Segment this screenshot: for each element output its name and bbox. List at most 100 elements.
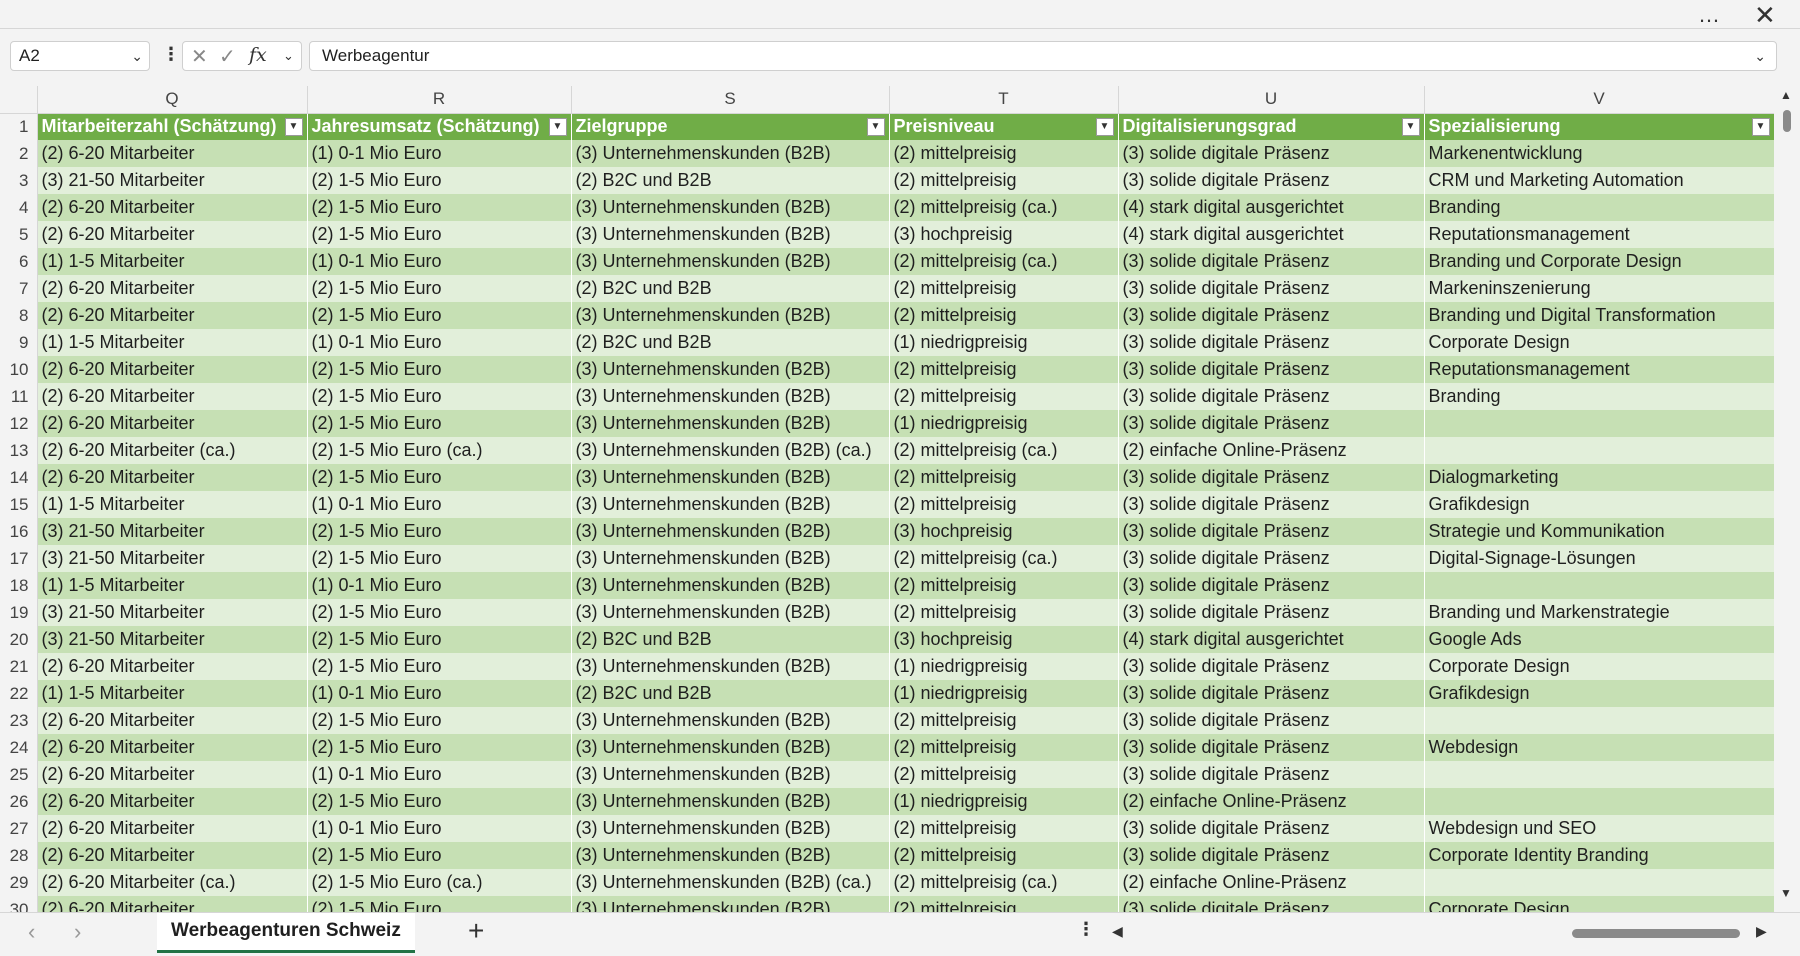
table-cell[interactable]	[1424, 869, 1775, 896]
table-cell[interactable]: (1) 0-1 Mio Euro	[307, 329, 572, 356]
table-cell[interactable]: (2) B2C und B2B	[571, 275, 890, 302]
table-cell[interactable]: (3) hochpreisig	[889, 626, 1119, 653]
row-header[interactable]: 4	[0, 194, 38, 221]
table-cell[interactable]: (2) einfache Online-Präsenz	[1118, 788, 1425, 815]
table-cell[interactable]: (3) Unternehmenskunden (B2B)	[571, 599, 890, 626]
table-cell[interactable]: (3) Unternehmenskunden (B2B)	[571, 383, 890, 410]
table-cell[interactable]: (3) solide digitale Präsenz	[1118, 734, 1425, 761]
table-cell[interactable]: (3) solide digitale Präsenz	[1118, 545, 1425, 572]
filter-dropdown-icon[interactable]: ▼	[1095, 117, 1114, 136]
table-cell[interactable]: (3) solide digitale Präsenz	[1118, 572, 1425, 599]
table-cell[interactable]: (2) einfache Online-Präsenz	[1118, 437, 1425, 464]
row-header[interactable]: 7	[0, 275, 38, 302]
row-header[interactable]: 15	[0, 491, 38, 518]
table-cell[interactable]: (3) solide digitale Präsenz	[1118, 383, 1425, 410]
table-cell[interactable]: (2) 1-5 Mio Euro (ca.)	[307, 869, 572, 896]
table-cell[interactable]: (1) 1-5 Mitarbeiter	[37, 491, 308, 518]
table-cell[interactable]: (2) 1-5 Mio Euro	[307, 788, 572, 815]
add-sheet-button[interactable]: +	[468, 915, 484, 947]
sheet-tab-werbeagenturen-schweiz[interactable]: Werbeagenturen Schweiz	[157, 913, 415, 953]
row-header[interactable]: 6	[0, 248, 38, 275]
column-header-u[interactable]: U	[1118, 86, 1425, 114]
table-cell[interactable]	[1424, 572, 1775, 599]
previous-sheet-icon[interactable]: ‹	[28, 919, 35, 945]
table-cell[interactable]	[1424, 707, 1775, 734]
table-cell[interactable]: (2) mittelpreisig	[889, 140, 1119, 167]
table-cell[interactable]: (2) 6-20 Mitarbeiter	[37, 464, 308, 491]
table-cell[interactable]: Reputationsmanagement	[1424, 221, 1775, 248]
table-cell[interactable]: (2) 1-5 Mio Euro	[307, 545, 572, 572]
table-cell[interactable]: (2) 1-5 Mio Euro	[307, 356, 572, 383]
table-cell[interactable]: (3) solide digitale Präsenz	[1118, 464, 1425, 491]
table-cell[interactable]: Markeninszenierung	[1424, 275, 1775, 302]
row-header[interactable]: 28	[0, 842, 38, 869]
row-header[interactable]: 29	[0, 869, 38, 896]
row-header[interactable]: 3	[0, 167, 38, 194]
vertical-scroll-thumb[interactable]	[1783, 110, 1791, 132]
table-cell[interactable]: (2) 6-20 Mitarbeiter	[37, 788, 308, 815]
table-cell[interactable]: (2) mittelpreisig (ca.)	[889, 545, 1119, 572]
chevron-down-icon[interactable]: ⌄	[131, 42, 143, 70]
table-cell[interactable]: (2) 1-5 Mio Euro	[307, 275, 572, 302]
scroll-down-icon[interactable]: ▼	[1780, 886, 1792, 900]
table-cell[interactable]: (3) Unternehmenskunden (B2B)	[571, 815, 890, 842]
table-cell[interactable]: (2) mittelpreisig (ca.)	[889, 248, 1119, 275]
table-cell[interactable]: (3) solide digitale Präsenz	[1118, 842, 1425, 869]
row-header[interactable]: 18	[0, 572, 38, 599]
table-cell[interactable]: (3) solide digitale Präsenz	[1118, 356, 1425, 383]
table-cell[interactable]: (2) 1-5 Mio Euro	[307, 518, 572, 545]
table-cell[interactable]: CRM und Marketing Automation	[1424, 167, 1775, 194]
table-cell[interactable]: (3) Unternehmenskunden (B2B)	[571, 788, 890, 815]
filter-dropdown-icon[interactable]: ▼	[1401, 117, 1420, 136]
table-cell[interactable]: Branding und Corporate Design	[1424, 248, 1775, 275]
table-cell[interactable]: (1) niedrigpreisig	[889, 788, 1119, 815]
table-cell[interactable]: (1) 0-1 Mio Euro	[307, 248, 572, 275]
table-cell[interactable]: (3) Unternehmenskunden (B2B)	[571, 464, 890, 491]
table-cell[interactable]: (2) mittelpreisig (ca.)	[889, 437, 1119, 464]
insert-function-icon[interactable]: fx	[249, 44, 267, 66]
table-cell[interactable]: (3) solide digitale Präsenz	[1118, 167, 1425, 194]
table-cell[interactable]: (3) Unternehmenskunden (B2B)	[571, 410, 890, 437]
row-header[interactable]: 24	[0, 734, 38, 761]
table-cell[interactable]: Digital-Signage-Lösungen	[1424, 545, 1775, 572]
row-header[interactable]: 17	[0, 545, 38, 572]
table-cell[interactable]: (3) 21-50 Mitarbeiter	[37, 626, 308, 653]
table-cell[interactable]: (2) mittelpreisig	[889, 356, 1119, 383]
table-cell[interactable]: (2) 6-20 Mitarbeiter	[37, 707, 308, 734]
table-cell[interactable]: (2) 6-20 Mitarbeiter	[37, 275, 308, 302]
table-cell[interactable]: (1) 0-1 Mio Euro	[307, 815, 572, 842]
formula-input[interactable]: Werbeagentur ⌄	[309, 41, 1777, 71]
filter-dropdown-icon[interactable]: ▼	[866, 117, 885, 136]
table-cell[interactable]: (2) 6-20 Mitarbeiter	[37, 302, 308, 329]
select-all-corner[interactable]	[0, 86, 38, 114]
table-cell[interactable]: (3) hochpreisig	[889, 518, 1119, 545]
table-cell[interactable]: (3) Unternehmenskunden (B2B)	[571, 302, 890, 329]
table-cell[interactable]: (2) 1-5 Mio Euro	[307, 383, 572, 410]
table-cell[interactable]	[1424, 410, 1775, 437]
filter-dropdown-icon[interactable]: ▼	[284, 117, 303, 136]
header-cell-jahresumsatz[interactable]: Jahresumsatz (Schätzung) ▼	[307, 113, 572, 140]
table-cell[interactable]: (4) stark digital ausgerichtet	[1118, 194, 1425, 221]
table-cell[interactable]: Corporate Design	[1424, 329, 1775, 356]
table-cell[interactable]: (1) 0-1 Mio Euro	[307, 140, 572, 167]
table-cell[interactable]: (2) B2C und B2B	[571, 680, 890, 707]
confirm-edit-icon[interactable]: ✓	[219, 44, 236, 69]
table-cell[interactable]: (3) solide digitale Präsenz	[1118, 275, 1425, 302]
table-cell[interactable]: (2) mittelpreisig	[889, 383, 1119, 410]
table-cell[interactable]: (2) 1-5 Mio Euro	[307, 707, 572, 734]
table-cell[interactable]: (2) mittelpreisig	[889, 167, 1119, 194]
table-cell[interactable]: (2) mittelpreisig	[889, 302, 1119, 329]
table-cell[interactable]: (1) niedrigpreisig	[889, 653, 1119, 680]
row-header[interactable]: 19	[0, 599, 38, 626]
header-cell-spezialisierung[interactable]: Spezialisierung ▼	[1424, 113, 1775, 140]
table-cell[interactable]: (2) 6-20 Mitarbeiter	[37, 653, 308, 680]
header-cell-preisniveau[interactable]: Preisniveau ▼	[889, 113, 1119, 140]
close-icon[interactable]: ✕	[1754, 0, 1776, 31]
table-cell[interactable]: (2) 1-5 Mio Euro	[307, 626, 572, 653]
table-cell[interactable]: (3) hochpreisig	[889, 221, 1119, 248]
row-header[interactable]: 8	[0, 302, 38, 329]
table-cell[interactable]: (3) Unternehmenskunden (B2B)	[571, 248, 890, 275]
column-header-v[interactable]: V	[1424, 86, 1775, 114]
table-cell[interactable]: (2) 6-20 Mitarbeiter	[37, 194, 308, 221]
table-cell[interactable]: (3) Unternehmenskunden (B2B)	[571, 545, 890, 572]
